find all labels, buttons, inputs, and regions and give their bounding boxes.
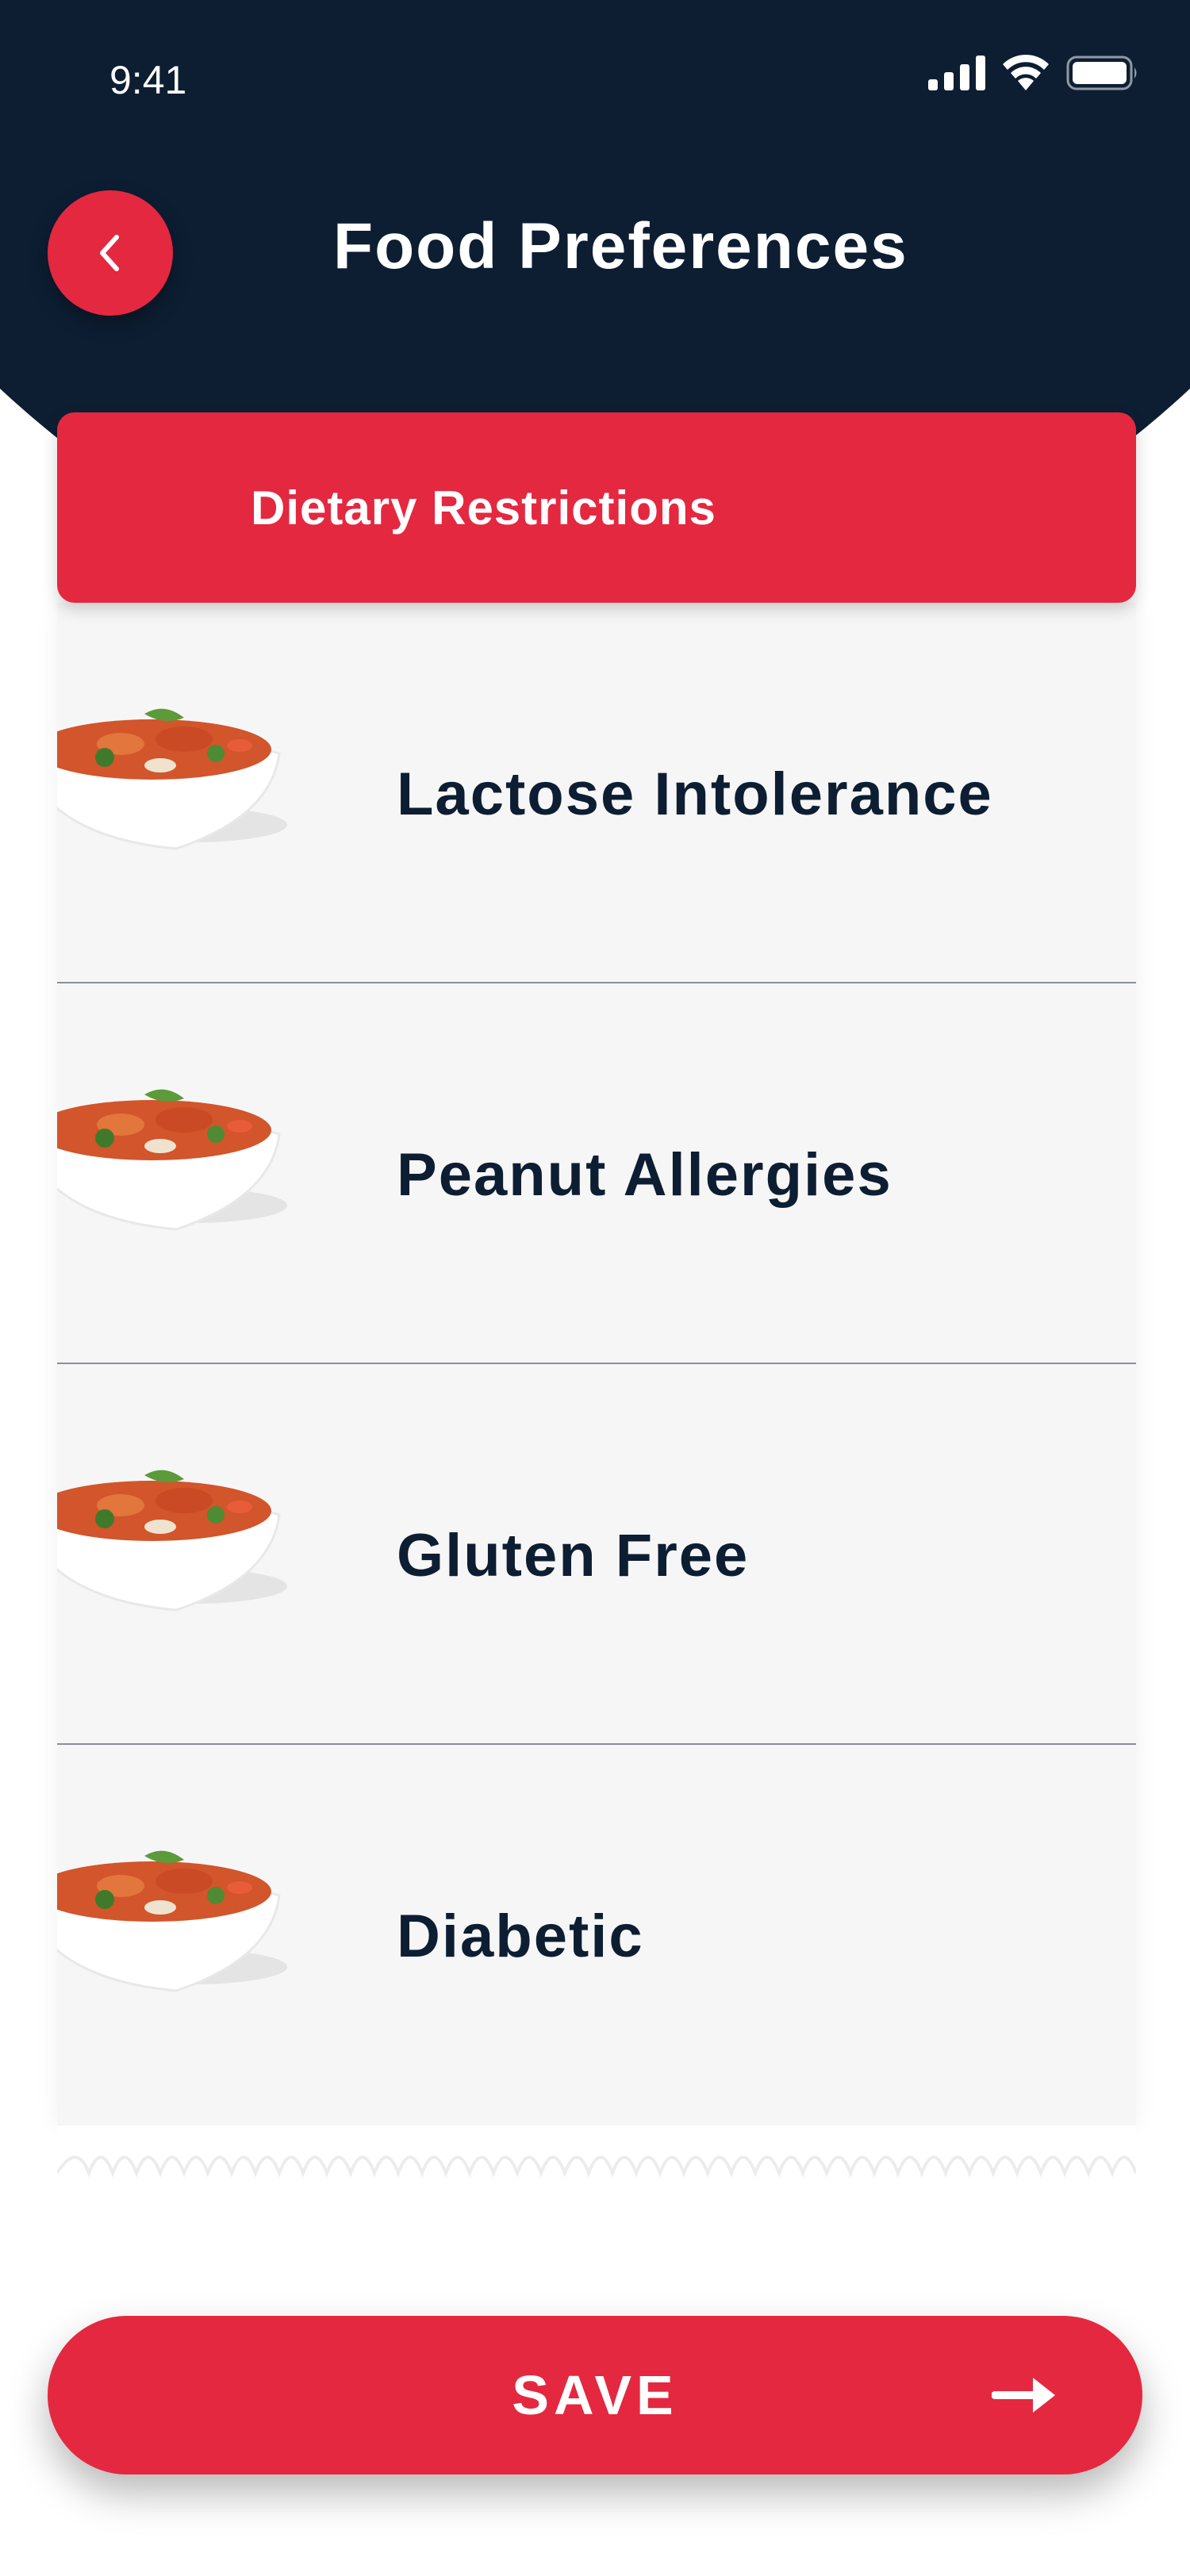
chevron-left-icon <box>100 235 119 271</box>
status-bar: 9:41 <box>0 0 1190 159</box>
wavy-card-edge <box>57 2126 1136 2178</box>
list-item-label: Peanut Allergies <box>397 1141 892 1209</box>
page-title: Food Preferences <box>333 210 908 282</box>
status-time: 9:41 <box>109 58 187 102</box>
save-button[interactable]: SAVE <box>48 2316 1142 2474</box>
card-header-title: Dietary Restrictions <box>251 481 716 535</box>
card-header: Dietary Restrictions <box>57 412 1136 603</box>
signal-icon <box>928 56 985 90</box>
food-preferences-screen: 9:41 Food Preferences Dietary Restrictio… <box>0 0 1190 2576</box>
restrictions-list: Lactose Intolerance Peanut Allergies Glu… <box>57 603 1136 2126</box>
pasta-bowl-image <box>57 1089 287 1231</box>
pasta-bowl-image <box>57 708 287 850</box>
list-item-label: Diabetic <box>397 1903 644 1970</box>
back-button[interactable] <box>48 190 173 316</box>
list-item-peanut-allergies[interactable]: Peanut Allergies <box>57 983 1136 1364</box>
list-item-lactose-intolerance[interactable]: Lactose Intolerance <box>57 603 1136 983</box>
list-item-diabetic[interactable]: Diabetic <box>57 1745 1136 2126</box>
pasta-bowl-image <box>57 1850 287 1992</box>
battery-icon <box>1066 56 1137 90</box>
list-item-label: Gluten Free <box>397 1522 750 1589</box>
dietary-restrictions-card: Dietary Restrictions Lactose Intolerance <box>57 412 1136 2186</box>
pasta-bowl-image <box>57 1470 287 1612</box>
save-button-label: SAVE <box>512 2364 678 2426</box>
list-item-gluten-free[interactable]: Gluten Free <box>57 1364 1136 1745</box>
list-item-label: Lactose Intolerance <box>397 761 993 828</box>
arrow-right-icon <box>992 2378 1055 2413</box>
wifi-icon <box>1003 54 1049 90</box>
